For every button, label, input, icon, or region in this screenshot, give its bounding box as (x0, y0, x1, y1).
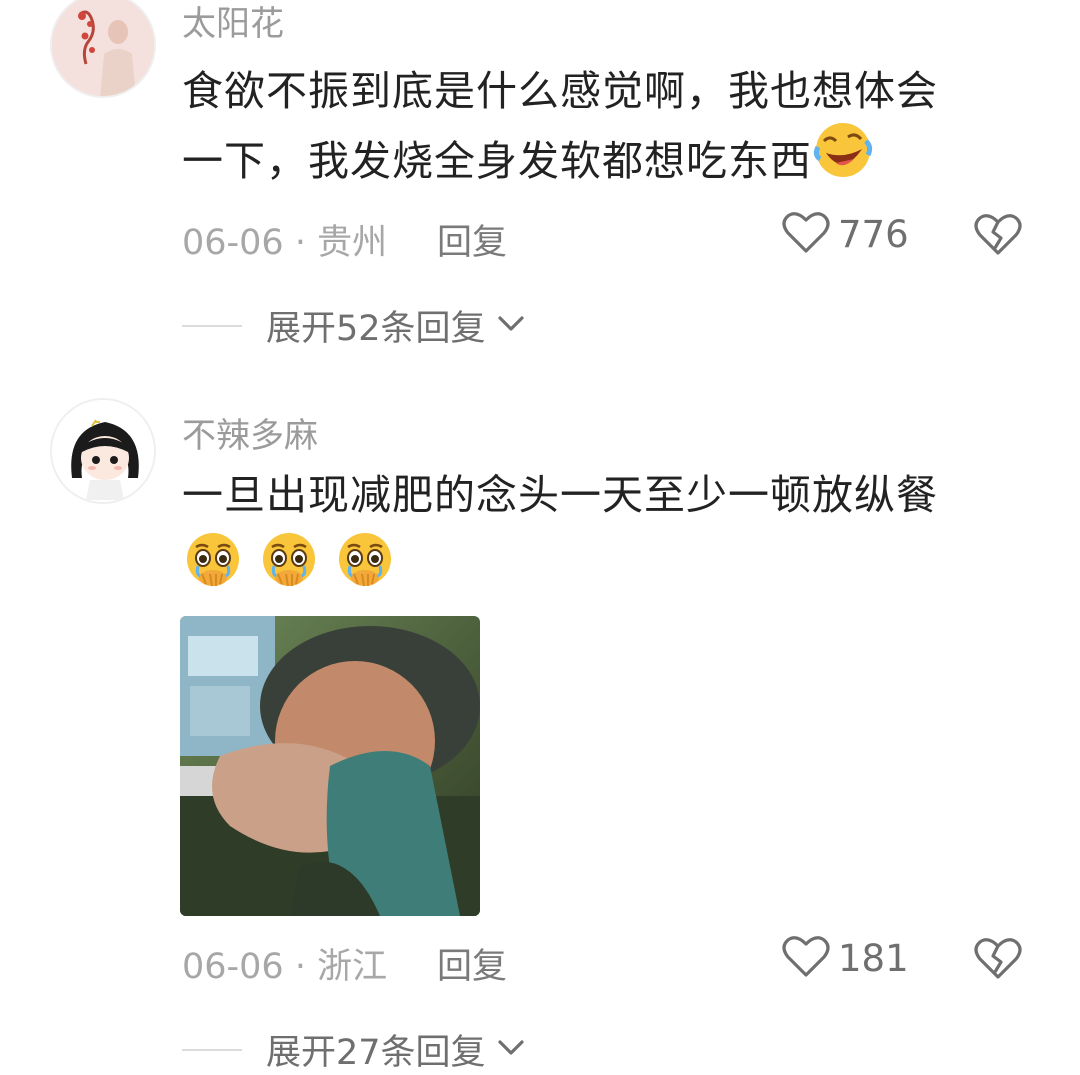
chevron-down-icon (496, 1038, 526, 1062)
avatar-image (52, 400, 154, 502)
username[interactable]: 太阳花 (182, 0, 284, 45)
divider-line (182, 1048, 242, 1051)
like-count: 776 (838, 212, 909, 256)
expand-replies-label: 展开27条回复 (266, 1033, 486, 1073)
comment-item: 太阳花 食欲不振到底是什么感觉啊，我也想体会 一下，我发烧全身发软都想吃东西 0… (0, 0, 1080, 380)
broken-heart-icon (974, 938, 1022, 984)
like-button[interactable]: 776 (782, 210, 909, 258)
comment-item: 不辣多麻 一旦出现减肥的念头一天至少一顿放纵餐 06-06 · 浙江 回复 18… (0, 398, 1080, 1073)
comment-photo (180, 616, 480, 916)
expand-replies-button[interactable]: 展开52条回复 (182, 300, 526, 351)
pleading-face-emoji-icon (334, 530, 396, 613)
divider-line (182, 324, 242, 327)
username[interactable]: 不辣多麻 (182, 408, 318, 457)
comment-text-line: 食欲不振到底是什么感觉啊，我也想体会 (182, 67, 938, 115)
avatar-image (52, 0, 154, 96)
comment-text: 食欲不振到底是什么感觉啊，我也想体会 一下，我发烧全身发软都想吃东西 (182, 56, 1012, 202)
comment-text: 一旦出现减肥的念头一天至少一顿放纵餐 (182, 460, 1012, 600)
avatar[interactable] (50, 398, 156, 504)
heart-icon (782, 210, 830, 258)
pleading-face-emoji-icon (182, 530, 244, 613)
comment-image[interactable] (180, 616, 480, 916)
heart-icon (782, 934, 830, 982)
dislike-button[interactable] (974, 936, 1022, 984)
comment-text-line: 一旦出现减肥的念头一天至少一顿放纵餐 (182, 471, 938, 519)
emoji-row (182, 530, 1012, 600)
like-count: 181 (838, 936, 909, 980)
expand-replies-label: 展开52条回复 (266, 309, 486, 349)
chevron-down-icon (496, 314, 526, 338)
dislike-button[interactable] (974, 212, 1022, 260)
avatar[interactable] (50, 0, 156, 98)
reply-button[interactable]: 回复 (437, 214, 507, 265)
pleading-face-emoji-icon (258, 530, 320, 613)
like-button[interactable]: 181 (782, 934, 909, 982)
laughing-crying-emoji-icon (812, 119, 874, 202)
comment-text-segment: 一下，我发烧全身发软都想吃东西 (182, 137, 812, 185)
comment-text-line: 一下，我发烧全身发软都想吃东西 (182, 122, 1012, 202)
date-location: 06-06 · 贵州 (182, 223, 388, 263)
expand-replies-button[interactable]: 展开27条回复 (182, 1024, 526, 1075)
reply-button[interactable]: 回复 (437, 938, 507, 989)
date-location: 06-06 · 浙江 (182, 947, 388, 987)
broken-heart-icon (974, 214, 1022, 260)
